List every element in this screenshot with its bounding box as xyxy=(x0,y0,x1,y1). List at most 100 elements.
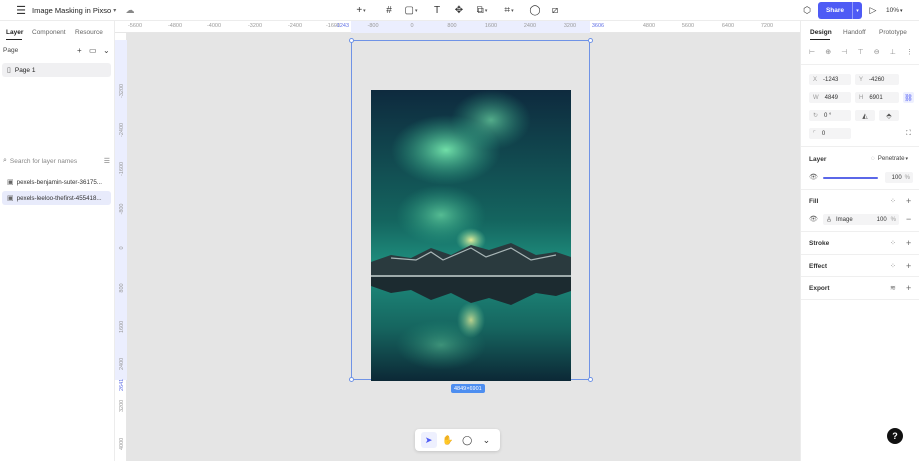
file-title-dropdown[interactable]: Image Masking in Pixso ▾ xyxy=(32,0,116,21)
tab-resource[interactable]: Resource xyxy=(75,29,103,36)
page-item[interactable]: ▯ Page 1 xyxy=(2,63,111,77)
boolean-tool-button[interactable]: ⧉ ▾ xyxy=(473,0,491,21)
folder-icon[interactable]: ▭ xyxy=(89,46,97,55)
align-middle-icon[interactable]: ⊖ xyxy=(874,48,880,56)
right-panel: Design Handoff Prototype ⊢ ⊕ ⊣ ⊤ ⊖ ⊥ ⋮ X… xyxy=(800,21,919,461)
align-top-icon[interactable]: ⊤ xyxy=(857,48,863,56)
layer-search[interactable]: ⌕ Search for layer names ☰ xyxy=(3,155,112,167)
rotation-field[interactable]: ↻ 0 ° xyxy=(809,110,851,121)
style-grid-icon[interactable]: ⁘ xyxy=(890,197,896,205)
effect-section-title: Effect xyxy=(809,263,828,270)
opacity-value: 100 xyxy=(891,174,902,181)
page-item-label: Page 1 xyxy=(14,66,36,74)
plus-icon: + xyxy=(356,5,363,16)
tab-handoff[interactable]: Handoff xyxy=(843,29,866,36)
divider xyxy=(801,231,919,232)
hand-tool-button[interactable]: ✋ xyxy=(440,432,456,448)
tab-design[interactable]: Design xyxy=(810,29,832,36)
filter-icon[interactable]: ☰ xyxy=(104,157,110,165)
distribute-icon[interactable]: ⋮ xyxy=(906,48,913,56)
align-left-icon[interactable]: ⊢ xyxy=(809,48,815,56)
add-page-icon[interactable]: + xyxy=(77,46,82,55)
resize-handle-bottom-left[interactable] xyxy=(349,377,354,382)
frame-tool-button[interactable]: # xyxy=(380,0,398,21)
add-stroke-icon[interactable]: + xyxy=(906,238,911,248)
search-input[interactable]: Search for layer names xyxy=(10,158,77,165)
zoom-dropdown[interactable]: 10% ▾ xyxy=(886,0,903,21)
x-position-field[interactable]: X -1243 xyxy=(809,74,851,85)
resize-handle-top-left[interactable] xyxy=(349,38,354,43)
chevron-down-icon: ▾ xyxy=(900,7,903,14)
ruler-tick: -2400 xyxy=(287,23,303,29)
fill-image-field[interactable]: A̲ Image 100 % xyxy=(823,214,899,225)
ruler-tick: 0 xyxy=(119,246,125,250)
layer-section-title: Layer xyxy=(809,156,827,163)
export-settings-icon[interactable]: ≋ xyxy=(890,284,896,292)
flip-horizontal-icon[interactable]: ◭ xyxy=(855,110,875,121)
add-export-icon[interactable]: + xyxy=(906,283,911,293)
corner-radius-field[interactable]: ⌜ 0 xyxy=(809,128,851,139)
eye-icon[interactable]: 👁 xyxy=(809,173,818,181)
chevron-down-icon[interactable]: ⌄ xyxy=(103,46,110,55)
layer-item[interactable]: ▣ pexels-benjamin-suter-36175... xyxy=(2,175,111,189)
aurora-image[interactable] xyxy=(371,90,571,381)
opacity-field[interactable]: 100 % xyxy=(885,172,913,183)
add-effect-icon[interactable]: + xyxy=(906,261,911,271)
crop-tool-button[interactable]: ⧄ xyxy=(546,0,564,21)
height-field[interactable]: H 6901 xyxy=(855,92,899,103)
add-tool-button[interactable]: + ▾ xyxy=(352,0,370,21)
style-grid-icon[interactable]: ⁘ xyxy=(890,239,896,247)
cloud-sync-icon[interactable]: ☁ xyxy=(124,0,136,21)
alignment-toolbar: ⊢ ⊕ ⊣ ⊤ ⊖ ⊥ ⋮ xyxy=(809,48,913,56)
more-tools-button[interactable]: ⌄ xyxy=(478,432,494,448)
share-label: Share xyxy=(825,7,845,14)
chevron-down-icon: ▾ xyxy=(905,155,909,162)
w-label: W xyxy=(813,94,819,101)
corner-radius-icon: ⌜ xyxy=(813,131,816,137)
tab-layer[interactable]: Layer xyxy=(6,29,23,36)
constrain-proportions-icon[interactable]: ⛓ xyxy=(903,92,914,103)
independent-corners-icon[interactable]: ⛶ xyxy=(903,128,914,139)
text-tool-button[interactable]: T xyxy=(428,0,446,21)
move-tool-button[interactable]: ➤ xyxy=(420,432,437,448)
ruler-tick: 2400 xyxy=(119,357,125,370)
opacity-slider[interactable] xyxy=(823,177,878,179)
align-center-h-icon[interactable]: ⊕ xyxy=(825,48,831,56)
resize-handle-bottom-right[interactable] xyxy=(588,377,593,382)
play-icon[interactable]: ▷ xyxy=(867,0,879,21)
add-fill-icon[interactable]: + xyxy=(906,196,911,206)
ruler-tick: 0 xyxy=(410,23,414,29)
remove-fill-icon[interactable]: − xyxy=(906,214,911,224)
tab-prototype[interactable]: Prototype xyxy=(879,29,907,36)
ellipse-tool-button[interactable]: ◯ xyxy=(526,0,544,21)
align-right-icon[interactable]: ⊣ xyxy=(841,48,847,56)
resize-handle-top-right[interactable] xyxy=(588,38,593,43)
chevron-down-icon: ▾ xyxy=(414,7,418,14)
component-icon: ✥ xyxy=(454,5,464,16)
layer-item-selected[interactable]: ▣ pexels-leeloo-thefirst-455418... xyxy=(2,191,111,205)
blend-mode-dropdown[interactable]: ◌ Penetrate ▾ xyxy=(871,155,908,162)
chevron-down-icon[interactable]: ▾ xyxy=(852,2,862,19)
flip-vertical-icon[interactable]: ⬘ xyxy=(879,110,899,121)
comment-tool-button[interactable]: ◯ xyxy=(459,432,475,448)
align-bottom-icon[interactable]: ⊥ xyxy=(890,48,896,56)
boolean-icon: ⧉ xyxy=(476,5,484,16)
shape-tool-button[interactable]: ▢ ▾ xyxy=(402,0,420,21)
help-button[interactable]: ? xyxy=(887,428,903,444)
component-tool-button[interactable]: ✥ xyxy=(450,0,468,21)
ruler-tick: 4000 xyxy=(119,437,125,450)
x-label: X xyxy=(813,76,818,83)
fill-opacity-value: 100 xyxy=(876,216,887,223)
mask-tool-button[interactable]: ⌗ ▾ xyxy=(500,0,518,21)
width-field[interactable]: W 4849 xyxy=(809,92,851,103)
share-button[interactable]: Share ▾ xyxy=(818,2,862,19)
eye-icon[interactable]: 👁 xyxy=(809,215,818,223)
main-menu-icon[interactable]: ☰ xyxy=(14,0,28,21)
tab-component[interactable]: Component xyxy=(32,29,66,36)
design-canvas[interactable]: 4849×6901 ➤ ✋ ◯ ⌄ xyxy=(127,33,800,461)
style-grid-icon[interactable]: ⁘ xyxy=(890,262,896,270)
ruler-tick: -4000 xyxy=(206,23,222,29)
y-position-field[interactable]: Y -4260 xyxy=(855,74,899,85)
page-section-title: Page xyxy=(3,47,19,54)
plugin-icon[interactable]: ⬡ xyxy=(800,0,814,21)
